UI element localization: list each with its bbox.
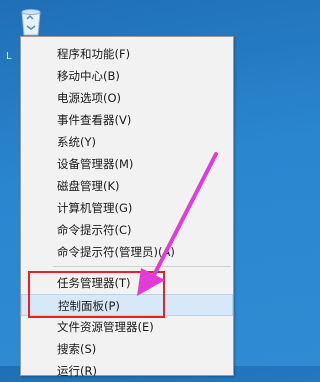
menu-item-programs-features[interactable]: 程序和功能(F) — [21, 43, 233, 65]
menu-item-run[interactable]: 运行(R) — [21, 360, 233, 382]
menu-item-power-options[interactable]: 电源选项(O) — [21, 87, 233, 109]
win-x-context-menu: 程序和功能(F) 移动中心(B) 电源选项(O) 事件查看器(V) 系统(Y) … — [20, 36, 234, 378]
annotation-highlight-box — [28, 271, 165, 318]
desktop-icon-label: L — [6, 51, 12, 62]
menu-item-command-prompt-admin[interactable]: 命令提示符(管理员)(A) — [21, 241, 233, 263]
menu-separator — [53, 266, 231, 267]
menu-item-command-prompt[interactable]: 命令提示符(C) — [21, 219, 233, 241]
menu-item-device-manager[interactable]: 设备管理器(M) — [21, 153, 233, 175]
menu-item-computer-management[interactable]: 计算机管理(G) — [21, 197, 233, 219]
menu-item-file-explorer[interactable]: 文件资源管理器(E) — [21, 316, 233, 338]
menu-item-event-viewer[interactable]: 事件查看器(V) — [21, 109, 233, 131]
recycle-bin-icon[interactable] — [18, 4, 44, 36]
menu-item-disk-management[interactable]: 磁盘管理(K) — [21, 175, 233, 197]
menu-item-mobility-center[interactable]: 移动中心(B) — [21, 65, 233, 87]
menu-item-system[interactable]: 系统(Y) — [21, 131, 233, 153]
menu-item-search[interactable]: 搜索(S) — [21, 338, 233, 360]
